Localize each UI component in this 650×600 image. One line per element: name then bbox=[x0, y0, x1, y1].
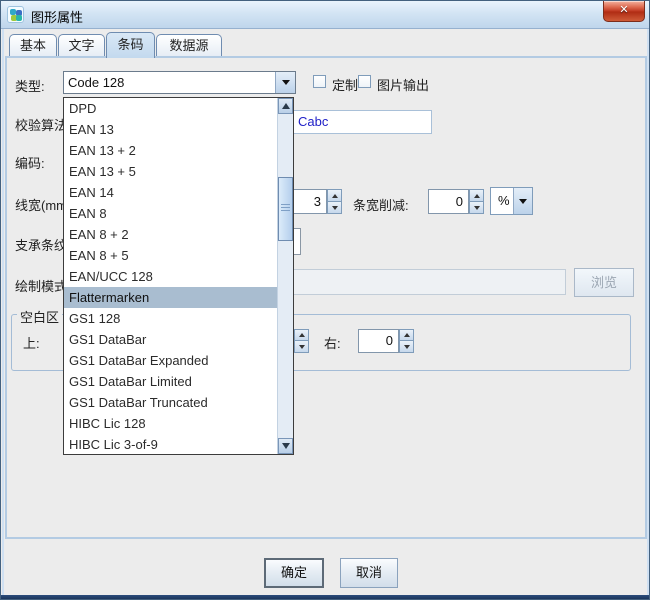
list-item[interactable]: EAN 13 + 5 bbox=[64, 161, 277, 182]
scrollbar-thumb[interactable] bbox=[278, 177, 293, 241]
window-edge-left bbox=[2, 29, 4, 595]
dialog-window: 图形属性 ✕ 基本 文字 条码 数据源 类型: Code 128 定制 图片输出… bbox=[0, 0, 650, 600]
cancel-button[interactable]: 取消 bbox=[340, 558, 398, 588]
list-item[interactable]: DPD bbox=[64, 98, 277, 119]
list-item[interactable]: GS1 DataBar bbox=[64, 329, 277, 350]
dropdown-scrollbar[interactable] bbox=[277, 98, 293, 454]
tab-text[interactable]: 文字 bbox=[58, 34, 105, 56]
scrollbar-grip-icon bbox=[281, 204, 290, 212]
scroll-up-icon bbox=[282, 103, 290, 109]
list-item[interactable]: EAN 8 + 5 bbox=[64, 245, 277, 266]
list-item[interactable]: EAN/UCC 128 bbox=[64, 266, 277, 287]
close-button[interactable]: ✕ bbox=[603, 1, 645, 22]
list-item[interactable]: GS1 DataBar Truncated bbox=[64, 392, 277, 413]
scroll-up-button[interactable] bbox=[278, 98, 293, 114]
window-edge-bottom bbox=[1, 595, 650, 600]
tab-barcode[interactable]: 条码 bbox=[106, 32, 155, 58]
list-item[interactable]: EAN 8 bbox=[64, 203, 277, 224]
app-icon bbox=[7, 6, 24, 23]
scroll-down-button[interactable] bbox=[278, 438, 293, 454]
barcode-type-dropdown-list: DPD EAN 13 EAN 13 + 2 EAN 13 + 5 EAN 14 … bbox=[63, 97, 294, 455]
ok-button[interactable]: 确定 bbox=[264, 558, 324, 588]
tab-basic[interactable]: 基本 bbox=[9, 34, 57, 56]
window-title: 图形属性 bbox=[31, 7, 83, 26]
list-item[interactable]: GS1 DataBar Expanded bbox=[64, 350, 277, 371]
list-item[interactable]: EAN 13 + 2 bbox=[64, 140, 277, 161]
window-edge-right bbox=[647, 29, 649, 595]
list-item[interactable]: EAN 8 + 2 bbox=[64, 224, 277, 245]
scroll-down-icon bbox=[282, 443, 290, 449]
list-item[interactable]: GS1 DataBar Limited bbox=[64, 371, 277, 392]
list-item[interactable]: GS1 128 bbox=[64, 308, 277, 329]
list-item[interactable]: HIBC Lic 3-of-9 bbox=[64, 434, 277, 455]
list-item-selected[interactable]: Flattermarken bbox=[64, 287, 277, 308]
titlebar: 图形属性 ✕ bbox=[1, 1, 649, 29]
list-item[interactable]: EAN 14 bbox=[64, 182, 277, 203]
list-item[interactable]: HIBC Lic 128 bbox=[64, 413, 277, 434]
list-item[interactable]: EAN 13 bbox=[64, 119, 277, 140]
tab-datasource[interactable]: 数据源 bbox=[156, 34, 222, 56]
close-icon: ✕ bbox=[619, 4, 628, 16]
